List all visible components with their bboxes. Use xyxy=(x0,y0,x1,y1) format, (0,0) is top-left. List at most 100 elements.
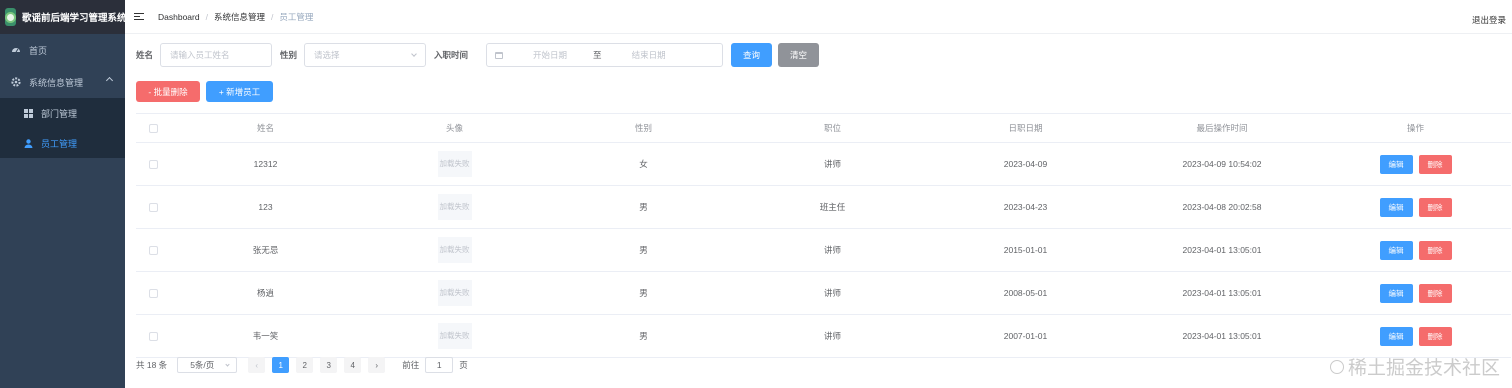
main-content: Dashboard / 系统信息管理 / 员工管理 退出登录 姓名 请输入员工姓… xyxy=(125,0,1512,388)
query-button[interactable]: 查询 xyxy=(731,43,773,67)
delete-button[interactable]: 删除 xyxy=(1418,240,1452,260)
search-form: 姓名 请输入员工姓名 性别 请选择 入职时间 开始日期 至 结束日期 查询 清空 xyxy=(136,43,820,67)
delete-button[interactable]: 删除 xyxy=(1418,283,1452,303)
cell-name: 12312 xyxy=(253,159,278,169)
cell-entry-date: 2008-05-01 xyxy=(1003,288,1048,298)
clear-button[interactable]: 清空 xyxy=(778,43,820,67)
name-placeholder: 请输入员工姓名 xyxy=(170,50,230,60)
cell-job: 讲师 xyxy=(823,245,841,255)
name-input[interactable]: 请输入员工姓名 xyxy=(160,43,273,67)
page-size-value: 5条/页 xyxy=(190,360,215,370)
breadcrumb-separator: / xyxy=(270,11,274,22)
gender-select[interactable]: 请选择 xyxy=(304,43,427,67)
cell-avatar: 加载失败 xyxy=(360,237,549,263)
sidebar-item-label: 系统信息管理 xyxy=(29,77,84,88)
prev-page-button[interactable]: ‹ xyxy=(248,357,266,373)
breadcrumb-system-info[interactable]: 系统信息管理 xyxy=(214,11,265,23)
goto-page-input[interactable]: 1 xyxy=(425,357,454,373)
cell-actions: 编辑 删除 xyxy=(1320,326,1511,346)
cell-name: 韦一笑 xyxy=(252,331,279,341)
table-header: 姓名 头像 性别 职位 日职日期 最后操作时间 操作 xyxy=(136,114,1511,143)
avatar-image-failed: 加载失败 xyxy=(437,237,472,263)
cell-update-time: 2023-04-01 13:05:01 xyxy=(1182,245,1262,255)
table-body: 12312 加载失败女讲师 2023-04-09 2023-04-09 10:54:0… xyxy=(136,143,1511,358)
cell-actions: 编辑 删除 xyxy=(1320,283,1511,303)
row-select-cell xyxy=(136,288,171,298)
sidebar-item-department[interactable]: 部门管理 xyxy=(0,98,125,128)
delete-button[interactable]: 删除 xyxy=(1418,326,1452,346)
breadcrumb-separator: / xyxy=(205,11,208,22)
delete-button[interactable]: 删除 xyxy=(1418,197,1452,217)
edit-button[interactable]: 编辑 xyxy=(1379,240,1413,260)
cell-update-time: 2023-04-08 20:02:58 xyxy=(1182,202,1262,212)
chevron-down-icon xyxy=(225,362,230,367)
table-header-row: 姓名 头像 性别 职位 日职日期 最后操作时间 操作 xyxy=(136,114,1511,143)
edit-button[interactable]: 编辑 xyxy=(1379,283,1413,303)
end-date-placeholder: 结束日期 xyxy=(631,50,666,60)
cell-update-time: 2023-04-09 10:54:02 xyxy=(1182,159,1262,169)
cell-actions: 编辑 删除 xyxy=(1320,197,1511,217)
row-select-cell xyxy=(136,331,171,341)
avatar-image-failed: 加载失败 xyxy=(437,194,472,220)
row-checkbox[interactable] xyxy=(149,245,158,255)
col-entry-date: 日职日期 xyxy=(1008,123,1043,133)
juejin-logo-icon xyxy=(1329,359,1344,374)
cell-entry-date: 2023-04-23 xyxy=(1003,202,1048,212)
row-checkbox[interactable] xyxy=(149,202,158,212)
sidebar-item-home[interactable]: 首页 xyxy=(0,34,125,66)
cell-update-time: 2023-04-01 13:05:01 xyxy=(1182,288,1262,298)
logo-bar[interactable]: 歌谣前后端学习管理系统 xyxy=(0,0,127,34)
sidebar-item-label: 首页 xyxy=(29,45,48,56)
row-checkbox[interactable] xyxy=(149,288,158,298)
edit-button[interactable]: 编辑 xyxy=(1379,154,1413,174)
page-button-2[interactable]: 2 xyxy=(296,357,314,373)
breadcrumb-dashboard[interactable]: Dashboard xyxy=(158,12,200,22)
app-title: 歌谣前后端学习管理系统 xyxy=(22,13,127,24)
col-avatar: 头像 xyxy=(445,123,463,133)
cell-job: 班主任 xyxy=(819,202,846,212)
start-date-placeholder: 开始日期 xyxy=(533,50,568,60)
avatar-image-failed: 加载失败 xyxy=(437,280,472,306)
name-label: 姓名 xyxy=(136,50,154,60)
table-row: 123 加载失败 男 班主任 2023-04-23 2023-04-08 20:02:58… xyxy=(136,186,1511,229)
cell-avatar: 加载失败 xyxy=(360,280,549,306)
cell-name: 张无忌 xyxy=(252,245,279,255)
next-page-button[interactable]: › xyxy=(368,357,386,373)
page-button-1[interactable]: 1 xyxy=(272,357,290,373)
row-checkbox[interactable] xyxy=(149,331,158,341)
chevron-down-icon xyxy=(411,51,417,57)
date-range-picker[interactable]: 开始日期 至 结束日期 xyxy=(486,43,724,67)
avatar-image-failed: 加载失败 xyxy=(437,151,472,177)
col-gender: 性别 xyxy=(634,123,652,133)
sidebar-item-employee[interactable]: 员工管理 xyxy=(0,128,125,158)
page-button-4[interactable]: 4 xyxy=(344,357,362,373)
select-all-checkbox[interactable] xyxy=(149,123,158,133)
cell-gender: 男 xyxy=(639,288,648,298)
cell-entry-date: 2015-01-01 xyxy=(1003,245,1048,255)
hamburger-icon[interactable] xyxy=(134,12,144,21)
cell-job: 讲师 xyxy=(823,159,841,169)
breadcrumb-current: 员工管理 xyxy=(279,11,314,22)
sidebar-item-label: 员工管理 xyxy=(41,138,78,149)
select-all-cell xyxy=(136,123,171,133)
cell-entry-date: 2023-04-09 xyxy=(1003,159,1048,169)
edit-button[interactable]: 编辑 xyxy=(1379,326,1413,346)
toolbar: - 批量删除 + 新增员工 xyxy=(136,81,273,102)
sidebar: 歌谣前后端学习管理系统 首页 系统信息管理 部门管理 员工管理 xyxy=(0,0,127,388)
batch-delete-button[interactable]: - 批量删除 xyxy=(136,81,200,102)
add-employee-button[interactable]: + 新增员工 xyxy=(206,81,273,102)
delete-button[interactable]: 删除 xyxy=(1418,154,1452,174)
navbar: Dashboard / 系统信息管理 / 员工管理 退出登录 xyxy=(125,0,1512,34)
table-row: 12312 加载失败 女 讲师 2023-04-09 2023-04-09 10:54:0… xyxy=(136,143,1511,186)
logout-link[interactable]: 退出登录 xyxy=(1472,14,1506,26)
edit-button[interactable]: 编辑 xyxy=(1379,197,1413,217)
page-button-3[interactable]: 3 xyxy=(320,357,338,373)
app-logo xyxy=(5,8,16,26)
gear-icon xyxy=(11,77,21,87)
cell-name: 123 xyxy=(258,202,273,212)
date-label: 入职时间 xyxy=(434,50,469,60)
row-checkbox[interactable] xyxy=(149,159,158,169)
cell-actions: 编辑 删除 xyxy=(1320,240,1511,260)
page-size-select[interactable]: 5条/页 xyxy=(177,357,238,373)
sidebar-item-system-info[interactable]: 系统信息管理 xyxy=(0,66,125,98)
